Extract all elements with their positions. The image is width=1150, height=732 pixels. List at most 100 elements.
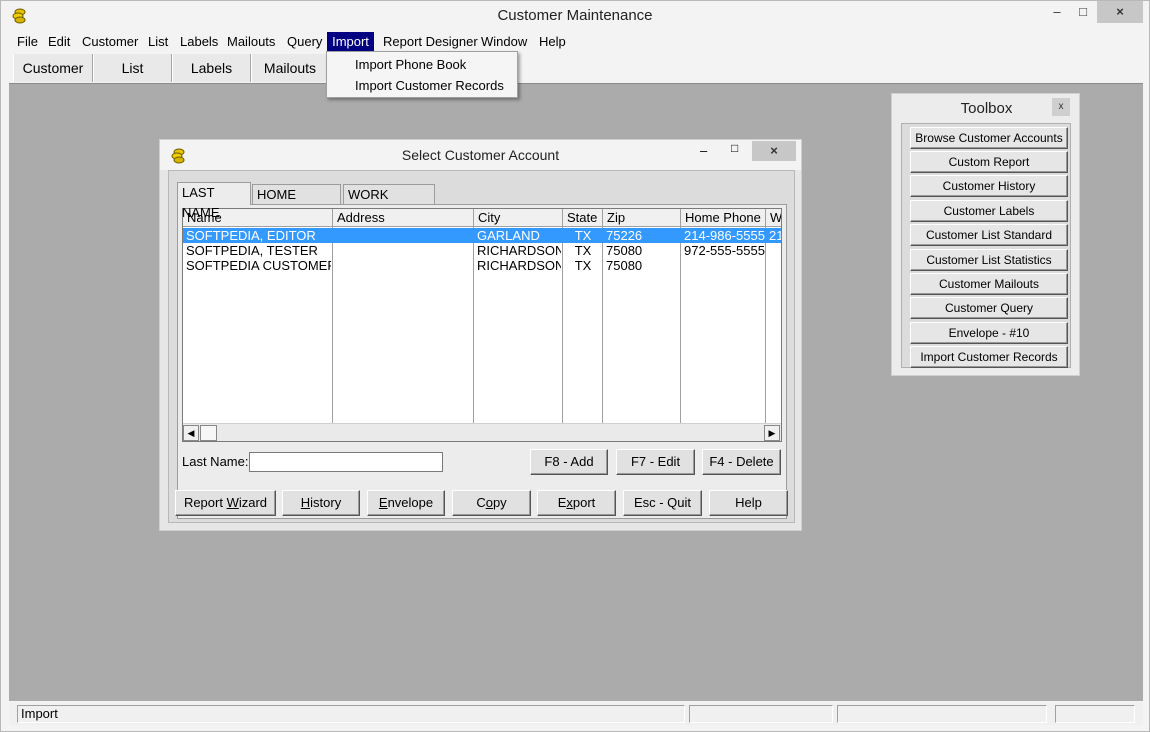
menu-import-phone-book[interactable]: Import Phone Book bbox=[355, 57, 466, 72]
title-bar: Customer Maintenance – □ × bbox=[1, 1, 1149, 31]
cell-state: TX bbox=[574, 228, 592, 243]
toolbox-customer-labels[interactable]: Customer Labels bbox=[910, 200, 1068, 222]
menu-list[interactable]: List bbox=[144, 32, 172, 52]
copy-button[interactable]: Copy bbox=[452, 490, 531, 516]
cell-zip: 75226 bbox=[606, 228, 643, 243]
toolbox-browse-customer-accounts[interactable]: Browse Customer Accounts bbox=[910, 127, 1068, 149]
import-menu-dropdown: Import Phone Book Import Customer Record… bbox=[326, 51, 518, 98]
toolbox-import-customer-records[interactable]: Import Customer Records bbox=[910, 346, 1068, 368]
tab-work-phone[interactable]: WORK PHONE bbox=[343, 184, 435, 222]
dialog-close-button[interactable]: × bbox=[752, 141, 796, 161]
column-city[interactable]: City bbox=[474, 209, 563, 227]
menu-bar: File Edit Customer List Labels Mailouts … bbox=[9, 32, 1143, 52]
maximize-button[interactable]: □ bbox=[1070, 1, 1096, 23]
tab-home-phone[interactable]: HOME PHONE bbox=[252, 184, 341, 222]
dialog-title-bar: Select Customer Account – □ × bbox=[160, 140, 801, 170]
toolbar-labels-button[interactable]: Labels bbox=[172, 54, 251, 82]
toolbar-list-button[interactable]: List bbox=[93, 54, 172, 82]
menu-import-customer-records[interactable]: Import Customer Records bbox=[355, 78, 504, 93]
menu-file[interactable]: File bbox=[13, 32, 42, 52]
column-zip[interactable]: Zip bbox=[603, 209, 681, 227]
status-pane-4 bbox=[1055, 705, 1135, 723]
envelope-button[interactable]: Envelope bbox=[367, 490, 445, 516]
cell-work-phone: 21 bbox=[769, 228, 781, 243]
last-name-input[interactable] bbox=[249, 452, 443, 472]
btn-accel: o bbox=[485, 495, 493, 510]
column-state[interactable]: State bbox=[563, 209, 603, 227]
table-row[interactable]: SOFTPEDIA, TESTER RICHARDSON TX 75080 97… bbox=[183, 243, 781, 258]
customer-grid[interactable]: Name Address City State Zip Home Phone W… bbox=[182, 208, 782, 442]
add-button[interactable]: F8 - Add bbox=[530, 449, 608, 475]
menu-import[interactable]: Import bbox=[327, 32, 374, 52]
help-button[interactable]: Help bbox=[709, 490, 788, 516]
toolbox-envelope-10[interactable]: Envelope - #10 bbox=[910, 322, 1068, 344]
menu-report-designer[interactable]: Report Designer bbox=[379, 32, 482, 52]
dialog-body: LAST NAME HOME PHONE WORK PHONE Name Add… bbox=[168, 170, 795, 523]
menu-query[interactable]: Query bbox=[283, 32, 326, 52]
dialog-minimize-button[interactable]: – bbox=[700, 143, 707, 158]
btn-accel: W bbox=[226, 495, 239, 510]
cell-zip: 75080 bbox=[606, 258, 643, 273]
menu-mailouts[interactable]: Mailouts bbox=[223, 32, 279, 52]
menu-window[interactable]: Window bbox=[477, 32, 531, 52]
toolbox-customer-list-standard[interactable]: Customer List Standard bbox=[910, 224, 1068, 246]
btn-accel: H bbox=[300, 495, 311, 510]
cell-state: TX bbox=[574, 243, 592, 258]
dialog-maximize-button[interactable]: □ bbox=[731, 141, 738, 155]
table-row[interactable]: SOFTPEDIA CUSTOMER RICHARDSON TX 75080 bbox=[183, 258, 781, 273]
scroll-right-icon[interactable]: ▶ bbox=[764, 425, 780, 441]
cell-name: SOFTPEDIA, TESTER bbox=[186, 243, 318, 258]
cell-home-phone: 214-986-5555 bbox=[684, 228, 765, 243]
status-bar: Import bbox=[9, 703, 1143, 725]
toolbox-close-icon[interactable]: x bbox=[1052, 98, 1070, 116]
menu-customer[interactable]: Customer bbox=[78, 32, 142, 52]
last-name-label: Last Name: bbox=[182, 454, 249, 469]
toolbox-customer-list-statistics[interactable]: Customer List Statistics bbox=[910, 249, 1068, 271]
column-home-phone[interactable]: Home Phone bbox=[681, 209, 766, 227]
btn-text: nvelope bbox=[387, 495, 434, 510]
toolbox-list: Browse Customer Accounts Custom Report C… bbox=[901, 123, 1071, 368]
menu-help[interactable]: Help bbox=[535, 32, 570, 52]
table-row[interactable]: SOFTPEDIA, EDITOR GARLAND TX 75226 214-9… bbox=[183, 228, 781, 243]
tab-last-name[interactable]: LAST NAME bbox=[177, 182, 251, 220]
close-button[interactable]: × bbox=[1097, 1, 1143, 23]
btn-text: port bbox=[572, 495, 596, 510]
history-button[interactable]: History bbox=[282, 490, 360, 516]
delete-button[interactable]: F4 - Delete bbox=[702, 449, 781, 475]
cell-city: RICHARDSON bbox=[477, 243, 561, 258]
status-pane-3 bbox=[837, 705, 1047, 723]
toolbox-customer-history[interactable]: Customer History bbox=[910, 175, 1068, 197]
toolbox-customer-query[interactable]: Customer Query bbox=[910, 297, 1068, 319]
toolbar-mailouts-button[interactable]: Mailouts bbox=[251, 54, 329, 82]
horizontal-scrollbar[interactable]: ◀ ▶ bbox=[183, 423, 781, 441]
quit-button[interactable]: Esc - Quit bbox=[623, 490, 702, 516]
select-customer-dialog: Select Customer Account – □ × LAST NAME … bbox=[159, 139, 802, 531]
menu-edit[interactable]: Edit bbox=[44, 32, 74, 52]
btn-text: izard bbox=[238, 495, 268, 510]
toolbar-customer-button[interactable]: Customer bbox=[13, 54, 93, 82]
scroll-thumb[interactable] bbox=[200, 425, 217, 441]
edit-button[interactable]: F7 - Edit bbox=[616, 449, 695, 475]
cell-name: SOFTPEDIA CUSTOMER bbox=[186, 258, 331, 273]
column-address[interactable]: Address bbox=[333, 209, 474, 227]
cell-zip: 75080 bbox=[606, 243, 643, 258]
menu-labels[interactable]: Labels bbox=[176, 32, 222, 52]
btn-text: C bbox=[476, 495, 486, 510]
btn-text: Report bbox=[183, 495, 227, 510]
cell-state: TX bbox=[574, 258, 592, 273]
minimize-button[interactable]: – bbox=[1044, 1, 1070, 23]
toolbox-custom-report[interactable]: Custom Report bbox=[910, 151, 1068, 173]
status-pane-2 bbox=[689, 705, 833, 723]
cell-home-phone: 972-555-5555 bbox=[684, 243, 765, 258]
scroll-left-icon[interactable]: ◀ bbox=[183, 425, 199, 441]
btn-text: Esc - Quit bbox=[633, 495, 692, 510]
btn-text: istory bbox=[310, 495, 342, 510]
toolbox-customer-mailouts[interactable]: Customer Mailouts bbox=[910, 273, 1068, 295]
btn-text: Help bbox=[735, 495, 762, 510]
column-work-phone[interactable]: W bbox=[766, 209, 781, 227]
grid-header: Name Address City State Zip Home Phone W bbox=[183, 209, 781, 227]
report-wizard-button[interactable]: Report Wizard bbox=[175, 490, 276, 516]
btn-text: py bbox=[492, 495, 507, 510]
cell-city: GARLAND bbox=[477, 228, 540, 243]
export-button[interactable]: Export bbox=[537, 490, 616, 516]
